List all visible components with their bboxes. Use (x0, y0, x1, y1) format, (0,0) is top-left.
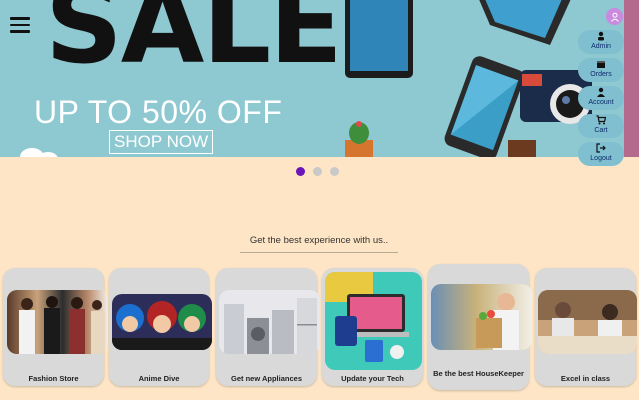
person-icon (578, 87, 624, 99)
shop-now-button[interactable]: SHOP NOW (109, 130, 214, 154)
class-image (538, 290, 637, 354)
logout-icon (578, 143, 624, 155)
nav-cart-label: Cart (594, 127, 608, 134)
category-card-tech[interactable]: Update your Tech (322, 268, 423, 386)
banner-headline: SALE (45, 0, 343, 88)
category-label: Update your Tech (341, 374, 404, 383)
nav-admin-label: Admin (591, 43, 611, 50)
nav-cart[interactable]: Cart (578, 114, 624, 138)
nav-account-label: Account (588, 99, 614, 106)
cart-icon (578, 115, 624, 127)
tagline: Get the best experience with us.. (240, 235, 398, 253)
cloud-decoration (20, 148, 58, 157)
category-label: Anime Dive (138, 374, 180, 383)
user-icon[interactable] (606, 8, 623, 25)
hamburger-menu-icon[interactable] (10, 17, 30, 33)
housekeeper-image (431, 284, 532, 350)
banner-edge-strip (624, 0, 639, 157)
anime-image (112, 294, 212, 350)
category-label: Fashion Store (28, 374, 79, 383)
hero-banner[interactable]: SALE UP TO 50% OFF SHOP NOW (0, 0, 639, 157)
category-card-appliances[interactable]: Get new Appliances (216, 268, 320, 386)
appliances-image (219, 290, 320, 354)
category-label: Get new Appliances (231, 374, 302, 383)
nav-logout-label: Logout (590, 155, 612, 162)
tech-image (325, 272, 422, 370)
category-label: Excel in class (560, 374, 611, 383)
carousel-dot[interactable] (313, 167, 322, 176)
category-label: Be the best HouseKeeper (433, 369, 524, 378)
nav-orders[interactable]: Orders (578, 58, 624, 82)
nav-account[interactable]: Account (578, 86, 624, 110)
category-card-housekeeper[interactable]: Be the best HouseKeeper (428, 264, 532, 390)
nav-admin[interactable]: Admin (578, 30, 624, 54)
carousel-dot[interactable] (296, 167, 305, 176)
carousel-dot[interactable] (330, 167, 339, 176)
category-card-class[interactable]: Excel in class (535, 268, 637, 386)
nav-logout[interactable]: Logout (578, 142, 624, 166)
user-admin-icon (578, 31, 624, 43)
category-card-fashion[interactable]: Fashion Store (3, 268, 108, 386)
nav-orders-label: Orders (590, 71, 612, 78)
fashion-image (7, 290, 108, 354)
category-card-anime[interactable]: Anime Dive (109, 268, 212, 386)
box-icon (578, 59, 624, 71)
carousel-indicators (296, 167, 339, 176)
banner-subline: UP TO 50% OFF (34, 94, 283, 130)
